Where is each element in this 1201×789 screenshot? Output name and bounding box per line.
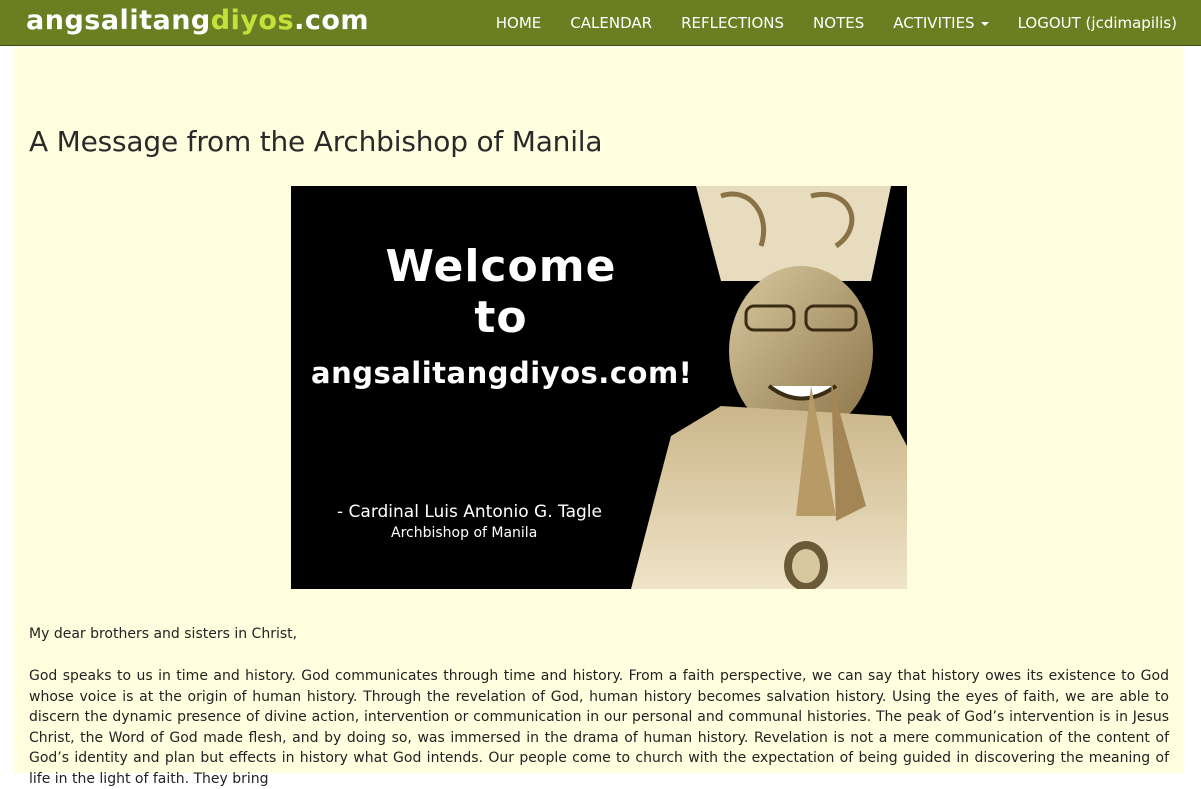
banner-welcome-text: Welcome to [385, 241, 617, 343]
welcome-banner-image: Welcome to angsalitangdiyos.com! - Cardi… [291, 186, 907, 589]
nav-activities-dropdown[interactable]: ACTIVITIES [893, 14, 989, 32]
nav-reflections[interactable]: REFLECTIONS [681, 14, 784, 32]
message-paragraph: God speaks to us in time and history. Go… [29, 668, 1169, 787]
nav-calendar[interactable]: CALENDAR [570, 14, 652, 32]
message-salutation: My dear brothers and sisters in Christ, [29, 626, 298, 642]
page-title: A Message from the Archbishop of Manila [29, 125, 603, 158]
content-container: A Message from the Archbishop of Manila [14, 47, 1184, 787]
top-navbar: angsalitangdiyos.com HOME CALENDAR REFLE… [0, 0, 1201, 46]
nav-notes[interactable]: NOTES [813, 14, 864, 32]
banner-site-name: angsalitangdiyos.com! [311, 356, 693, 390]
nav-activities-label: ACTIVITIES [893, 14, 975, 32]
nav-logout[interactable]: LOGOUT (jcdimapilis) [1018, 14, 1177, 32]
nav-home[interactable]: HOME [496, 14, 542, 32]
caret-down-icon [980, 21, 989, 26]
brand-part-3: .com [294, 5, 370, 36]
main-nav: HOME CALENDAR REFLECTIONS NOTES ACTIVITI… [467, 0, 1177, 46]
banner-signature: - Cardinal Luis Antonio G. Tagle [337, 502, 602, 522]
brand-logo-link[interactable]: angsalitangdiyos.com [26, 4, 369, 38]
brand-part-2: diyos [210, 5, 295, 36]
brand-part-1: angsalitang [26, 5, 211, 36]
banner-signature-title: Archbishop of Manila [391, 525, 538, 541]
